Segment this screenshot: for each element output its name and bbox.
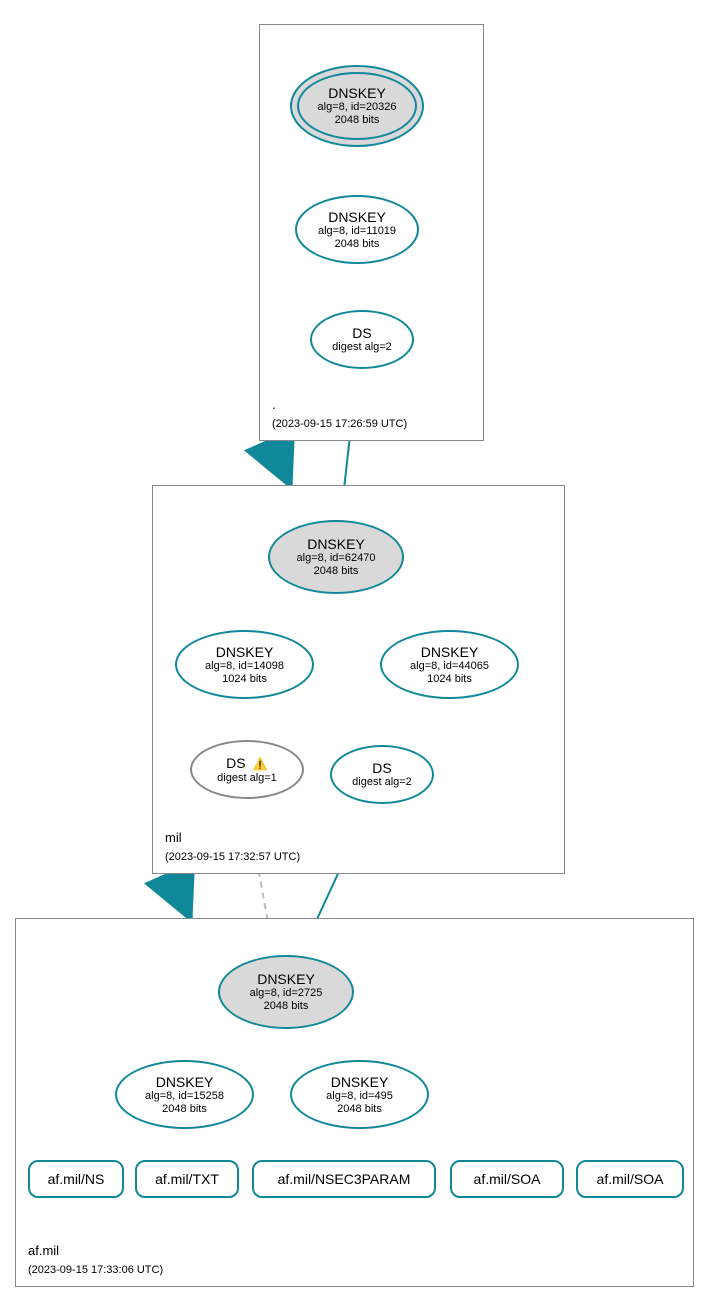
node-title-row: DS ⚠️ bbox=[226, 755, 268, 772]
node-root-ds: DS digest alg=2 bbox=[310, 310, 414, 369]
node-line3: 2048 bits bbox=[335, 114, 380, 127]
zone-mil-timestamp: (2023-09-15 17:32:57 UTC) bbox=[165, 851, 300, 863]
diagram-canvas: . (2023-09-15 17:26:59 UTC) mil (2023-09… bbox=[0, 0, 707, 1299]
zone-afmil-label: af.mil bbox=[28, 1243, 59, 1258]
node-title: DNSKEY bbox=[328, 85, 386, 101]
node-line3: 2048 bits bbox=[314, 565, 359, 578]
node-root-zsk: DNSKEY alg=8, id=11019 2048 bits bbox=[295, 195, 419, 264]
node-title: DNSKEY bbox=[421, 644, 479, 660]
node-title: DS bbox=[352, 325, 371, 341]
zone-afmil-timestamp: (2023-09-15 17:33:06 UTC) bbox=[28, 1264, 163, 1276]
node-title: DS bbox=[226, 755, 245, 771]
node-mil-ds2: DS digest alg=2 bbox=[330, 745, 434, 804]
rrset-soa1: af.mil/SOA bbox=[450, 1160, 564, 1198]
node-line3: 1024 bits bbox=[427, 673, 472, 686]
node-line3: 2048 bits bbox=[337, 1103, 382, 1116]
node-mil-ds1: DS ⚠️ digest alg=1 bbox=[190, 740, 304, 799]
node-line2: alg=8, id=62470 bbox=[297, 552, 376, 565]
rrset-nsec: af.mil/NSEC3PARAM bbox=[252, 1160, 436, 1198]
node-af-zsk2: DNSKEY alg=8, id=495 2048 bits bbox=[290, 1060, 429, 1129]
node-title: DS bbox=[372, 760, 391, 776]
warning-icon: ⚠️ bbox=[253, 758, 268, 772]
node-title: DNSKEY bbox=[331, 1074, 389, 1090]
node-mil-ksk: DNSKEY alg=8, id=62470 2048 bits bbox=[268, 520, 404, 594]
zone-mil-label: mil bbox=[165, 830, 182, 845]
node-root-ksk: DNSKEY alg=8, id=20326 2048 bits bbox=[290, 65, 424, 147]
zone-root-label: . bbox=[272, 397, 276, 412]
node-line2: alg=8, id=11019 bbox=[318, 225, 396, 238]
node-line2: digest alg=1 bbox=[217, 772, 277, 785]
node-line2: alg=8, id=44065 bbox=[410, 660, 489, 673]
zone-root-timestamp: (2023-09-15 17:26:59 UTC) bbox=[272, 418, 407, 430]
node-line3: 2048 bits bbox=[162, 1103, 207, 1116]
rrset-soa2: af.mil/SOA bbox=[576, 1160, 684, 1198]
node-mil-zsk2: DNSKEY alg=8, id=44065 1024 bits bbox=[380, 630, 519, 699]
node-line3: 2048 bits bbox=[264, 1000, 309, 1013]
node-title: DNSKEY bbox=[257, 971, 315, 987]
node-line2: alg=8, id=14098 bbox=[205, 660, 284, 673]
node-line2: digest alg=2 bbox=[332, 341, 392, 354]
node-line2: alg=8, id=20326 bbox=[318, 101, 397, 114]
node-line3: 2048 bits bbox=[335, 238, 380, 251]
node-line2: alg=8, id=15258 bbox=[145, 1090, 224, 1103]
node-title: DNSKEY bbox=[307, 536, 365, 552]
rrset-txt: af.mil/TXT bbox=[135, 1160, 239, 1198]
node-line2: digest alg=2 bbox=[352, 776, 412, 789]
node-line2: alg=8, id=2725 bbox=[250, 987, 323, 1000]
node-title: DNSKEY bbox=[216, 644, 274, 660]
node-mil-zsk1: DNSKEY alg=8, id=14098 1024 bits bbox=[175, 630, 314, 699]
node-title: DNSKEY bbox=[156, 1074, 214, 1090]
node-title: DNSKEY bbox=[328, 209, 386, 225]
node-af-ksk: DNSKEY alg=8, id=2725 2048 bits bbox=[218, 955, 354, 1029]
node-af-zsk1: DNSKEY alg=8, id=15258 2048 bits bbox=[115, 1060, 254, 1129]
node-line2: alg=8, id=495 bbox=[326, 1090, 393, 1103]
rrset-ns: af.mil/NS bbox=[28, 1160, 124, 1198]
node-line3: 1024 bits bbox=[222, 673, 267, 686]
